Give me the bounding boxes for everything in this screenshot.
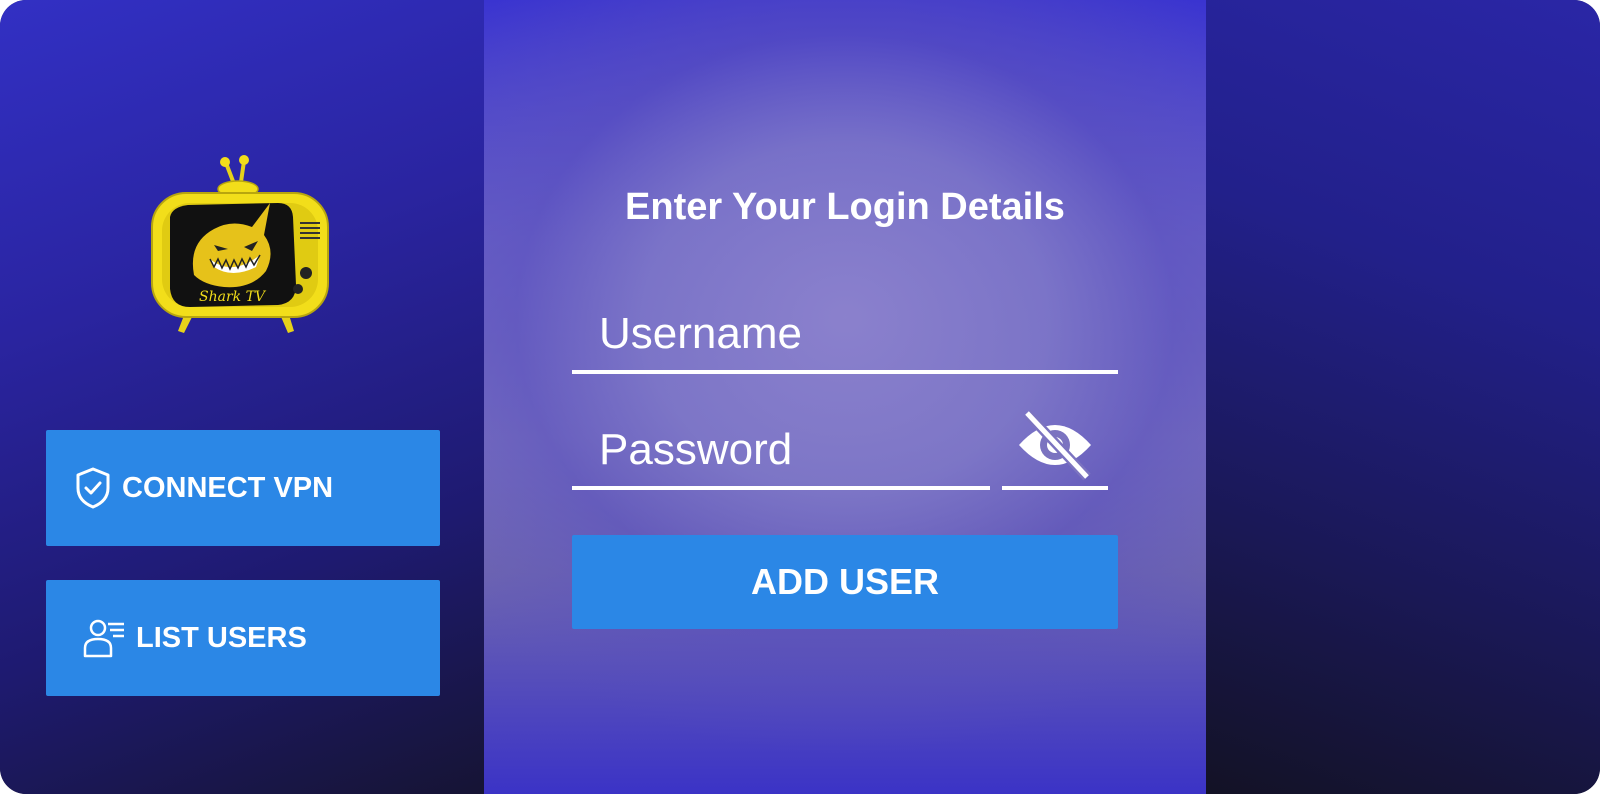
list-users-label: LIST USERS (136, 621, 307, 654)
list-users-button[interactable]: LIST USERS (46, 580, 440, 696)
user-list-icon (82, 616, 126, 660)
connect-vpn-button[interactable]: CONNECT VPN (46, 430, 440, 546)
left-panel: Shark TV CONNECT VPN LIST USERS (0, 0, 484, 794)
logo-brand-text: Shark TV (199, 289, 267, 305)
connect-vpn-label: CONNECT VPN (122, 471, 334, 504)
toggle-password-visibility[interactable] (1002, 404, 1108, 490)
login-panel: Enter Your Login Details ADD USER (484, 0, 1206, 794)
app-screen: Shark TV CONNECT VPN LIST USERS Enter Yo… (0, 0, 1600, 794)
username-input[interactable] (572, 298, 1118, 374)
shark-tv-logo: Shark TV (151, 155, 329, 333)
shield-check-icon (74, 466, 112, 510)
add-user-button[interactable]: ADD USER (572, 535, 1118, 629)
password-input[interactable] (572, 414, 990, 490)
right-panel (1206, 0, 1600, 794)
login-title: Enter Your Login Details (625, 186, 1065, 228)
eye-off-icon (1019, 409, 1091, 481)
